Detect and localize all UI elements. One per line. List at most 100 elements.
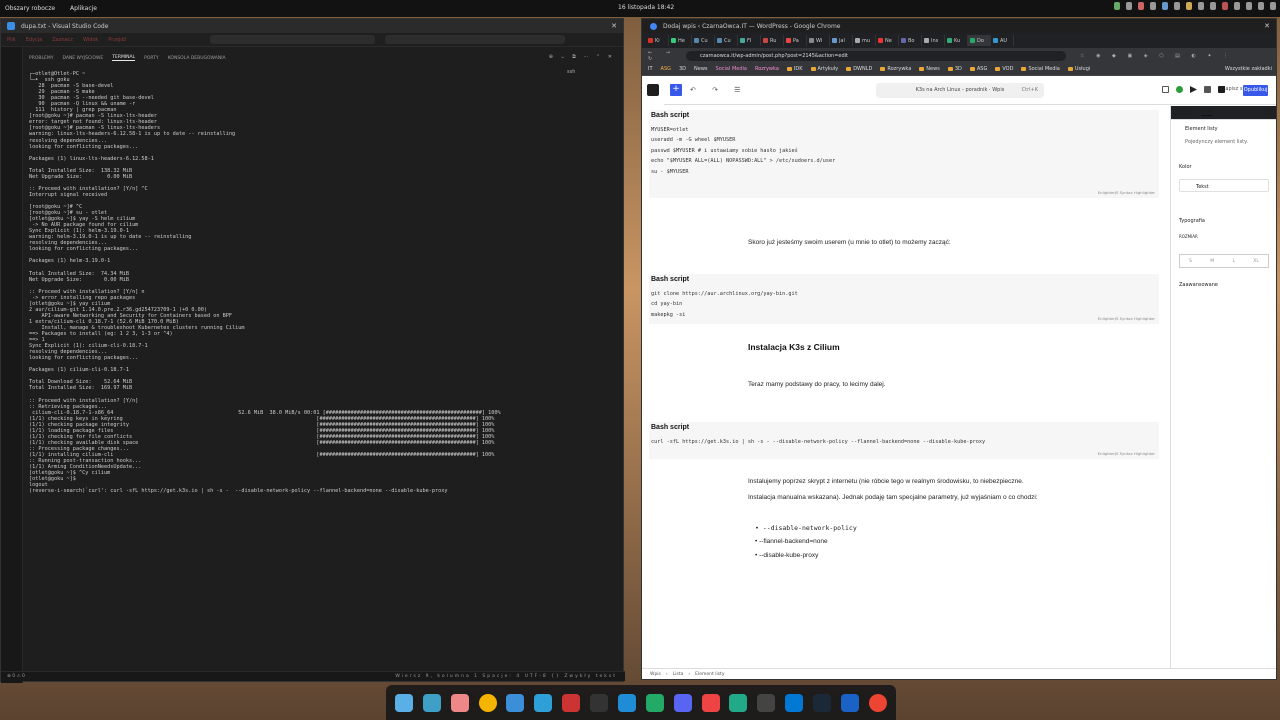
status-right[interactable]: Wiersz 9, kolumna 1 Spacje: 4 UTF-8 {} Z… — [395, 674, 617, 679]
tray-icon[interactable] — [1150, 2, 1156, 10]
tray-icon[interactable] — [1246, 2, 1252, 10]
browser-tab[interactable]: Cu — [715, 35, 738, 46]
address-bar[interactable]: czarnaowca.it/wp-admin/post.php?post=214… — [686, 50, 1066, 61]
menu-item[interactable]: Przejdź — [108, 37, 126, 43]
code-block-content[interactable]: MYUSER=otlet useradd -m -G wheel $MYUSER… — [651, 125, 835, 177]
view-icon[interactable] — [1162, 86, 1169, 93]
bookmark-item[interactable]: Artykuły — [810, 66, 838, 72]
size-option[interactable]: M — [1210, 259, 1214, 264]
status-remote-icon[interactable]: ⊗ 0 ⚠ 0 — [7, 674, 25, 679]
tray-icon[interactable] — [1174, 2, 1180, 10]
close-icon[interactable]: ✕ — [611, 22, 617, 30]
code-block[interactable]: Bash script curl -sfL https://get.k3s.io… — [649, 422, 1159, 459]
bookmark-item[interactable]: Rozrywka — [755, 66, 779, 72]
editor-canvas[interactable]: Bash script MYUSER=otlet useradd -m -G w… — [642, 106, 1168, 668]
settings-app-icon[interactable] — [394, 693, 413, 712]
tab-debug-console[interactable]: KONSOLA DEBUGOWANIA — [168, 56, 226, 61]
site-logo[interactable] — [642, 75, 664, 105]
panel-toolbar-icons[interactable]: ⊕ ⌄ ⧉ ⋯ ⌃ ✕ — [549, 54, 615, 60]
section-heading[interactable]: Instalacja K3s z Cilium — [748, 342, 840, 352]
undo-redo-list-icons[interactable]: ↶ ↷ ☰ — [690, 86, 747, 94]
all-bookmarks-button[interactable]: Wszystkie zakładki — [1225, 66, 1272, 72]
bookmark-item[interactable]: 3D — [679, 66, 686, 72]
add-block-button[interactable]: + — [670, 84, 682, 96]
shield-app-icon[interactable] — [840, 693, 859, 712]
github-app-icon[interactable] — [757, 693, 776, 712]
tray-icon[interactable] — [1186, 2, 1192, 10]
browser-tab[interactable]: Ku — [945, 35, 968, 46]
size-option[interactable]: L — [1232, 259, 1235, 264]
terminal-app-icon[interactable] — [590, 693, 609, 712]
menu-item[interactable]: Widok — [83, 37, 98, 43]
blue-app-icon[interactable] — [617, 693, 636, 712]
bookmark-item[interactable]: Rozrywka — [880, 66, 911, 72]
list-item-text[interactable]: --flannel-backend=none — [759, 538, 827, 545]
code-block[interactable]: Bash script MYUSER=otlet useradd -m -G w… — [649, 110, 1159, 198]
folder-app-icon[interactable] — [506, 693, 525, 712]
paragraph[interactable]: Instalacja manualna wskazana). Jednak po… — [748, 494, 1038, 501]
vivaldi-app-icon[interactable] — [868, 693, 887, 712]
tray-icon[interactable] — [1126, 2, 1132, 10]
vscode-app-icon[interactable] — [785, 693, 804, 712]
code-block[interactable]: Bash script git clone https://aur.archli… — [649, 274, 1159, 324]
browser-tab[interactable]: Wi — [807, 35, 830, 46]
tab-post[interactable]: Wpis — [1179, 110, 1191, 116]
tray-icon[interactable] — [1258, 2, 1264, 10]
paragraph[interactable]: Skoro już jesteśmy swoim userem (u mnie … — [748, 239, 951, 246]
tab-ports[interactable]: PORTY — [144, 56, 159, 61]
bookmark-item[interactable]: Usługi — [1067, 66, 1090, 72]
bookmark-item[interactable]: VOD — [995, 66, 1013, 72]
layout-controls[interactable] — [385, 35, 566, 44]
tray-icon[interactable] — [1198, 2, 1204, 10]
tab-problems[interactable]: PROBLEMY — [29, 56, 53, 61]
nav-buttons[interactable]: ← → ↻ — [642, 50, 682, 62]
code-block-credit[interactable]: EnlighterJS Syntax Highlighter — [1098, 451, 1155, 456]
menu-item[interactable]: Plik — [7, 37, 16, 43]
bookmark-item[interactable]: DWNLD — [846, 66, 872, 72]
tab-block[interactable]: Blok — [1201, 109, 1212, 116]
chrome-app-icon[interactable] — [478, 693, 497, 712]
browser-tab[interactable]: Bo — [899, 35, 922, 46]
menu-item[interactable]: Edycja — [26, 37, 43, 43]
paragraph[interactable]: Teraz mamy podstawy do pracy, to lecimy … — [748, 381, 886, 388]
tab-terminal[interactable]: TERMINAL — [112, 55, 136, 61]
list-item-text[interactable]: --disable-kube-proxy — [759, 552, 818, 559]
bookmark-item[interactable]: News — [919, 66, 940, 72]
menu-item[interactable]: Zaznacz — [52, 37, 73, 43]
size-option[interactable]: XL — [1253, 259, 1259, 264]
size-option[interactable]: S — [1189, 259, 1192, 264]
browser-tab[interactable]: AU — [991, 35, 1014, 46]
browser-tab[interactable]: Cu — [692, 35, 715, 46]
tray-icon[interactable] — [1138, 2, 1144, 10]
breadcrumb-item[interactable]: Lista — [673, 672, 684, 677]
plugin-icon[interactable] — [1176, 86, 1183, 93]
extension-icons[interactable]: ☆ ◉ ◆ ▣ ◈ ⬡ ▤ ◐ ✦ ⋮ — [1080, 53, 1233, 59]
list-item[interactable]: • --flannel-backend=none — [755, 538, 828, 545]
tray-icon[interactable] — [1114, 2, 1120, 10]
code-block-content[interactable]: git clone https://aur.archlinux.org/yay-… — [651, 289, 798, 320]
steam-app-icon[interactable] — [813, 693, 832, 712]
tray-icon[interactable] — [1270, 2, 1276, 10]
code-block-content[interactable]: curl -sfL https://get.k3s.io | sh -s - -… — [651, 437, 985, 447]
bookmark-item[interactable]: ASG — [661, 66, 671, 72]
git-app-icon[interactable] — [701, 693, 720, 712]
tray-icon[interactable] — [1210, 2, 1216, 10]
tray-icon[interactable] — [1222, 2, 1228, 10]
breadcrumb-item[interactable]: Wpis — [650, 672, 661, 677]
browser-tab[interactable]: Fl — [738, 35, 761, 46]
paragraph[interactable]: Instalujemy poprzez skrypt z internetu (… — [748, 478, 1024, 485]
command-center[interactable] — [210, 35, 376, 44]
bookmark-item[interactable]: Social Media — [716, 66, 747, 72]
files-app-icon[interactable] — [422, 693, 441, 712]
list-item[interactable]: • --disable-network-policy — [755, 524, 857, 532]
publish-button[interactable]: Opublikuj — [1243, 85, 1268, 96]
browser-tab[interactable]: Ki — [646, 35, 669, 46]
browser-tab[interactable]: Ins — [922, 35, 945, 46]
document-bar[interactable]: K3s na Arch Linux - poradnik · Wpis Ctrl… — [876, 83, 1044, 98]
workspaces-button[interactable]: Obszary robocze — [5, 5, 55, 12]
settings-toggle-icon[interactable] — [1218, 86, 1225, 93]
browser-tab[interactable]: Do — [968, 35, 991, 46]
close-icon[interactable]: ✕ — [1265, 109, 1270, 116]
tray-icon[interactable] — [1234, 2, 1240, 10]
font-size-picker[interactable]: S M L XL — [1179, 254, 1269, 268]
